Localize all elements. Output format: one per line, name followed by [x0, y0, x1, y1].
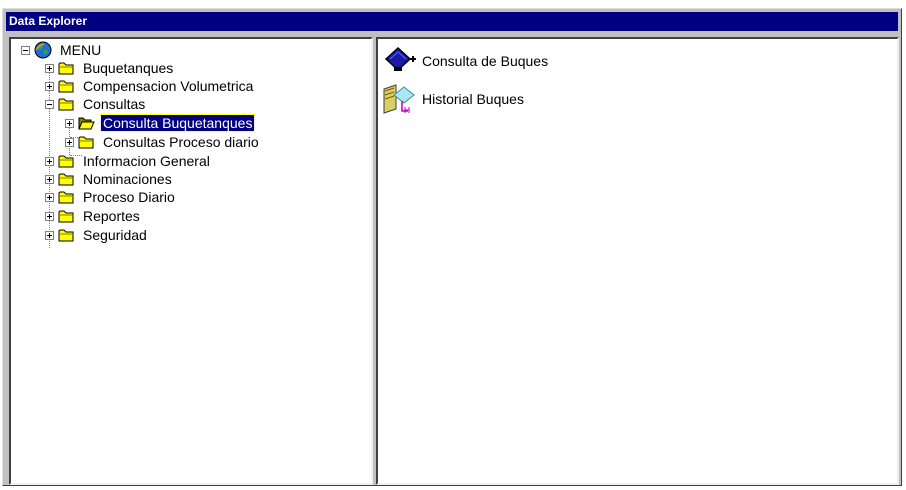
folder-closed-icon — [58, 79, 75, 93]
data-explorer-window: Data Explorer MENU Buquetanques Compensa… — [2, 8, 902, 486]
folder-closed-icon — [58, 190, 75, 204]
diamond-form-icon — [384, 46, 416, 72]
expand-icon[interactable] — [45, 230, 54, 240]
tree-node-consultas[interactable]: Consultas — [45, 95, 147, 113]
expand-icon[interactable] — [45, 156, 54, 166]
tree-label: Nominaciones — [83, 171, 172, 187]
folder-closed-icon — [58, 154, 75, 168]
list-pane[interactable]: Consulta de Buques Historial Buques — [376, 37, 899, 485]
tree-label: Consultas Proceso diario — [103, 134, 259, 150]
expand-icon[interactable] — [65, 118, 74, 128]
window-title: Data Explorer — [6, 12, 898, 31]
list-item-historial-buques[interactable]: Historial Buques — [382, 83, 524, 115]
tree-node-consulta-buquetanques[interactable]: Consulta Buquetanques — [65, 114, 256, 132]
tree-pane[interactable]: MENU Buquetanques Compensacion Volumetri… — [9, 37, 373, 485]
folder-open-icon — [78, 116, 95, 130]
expand-icon[interactable] — [45, 192, 54, 202]
tree-node-reportes[interactable]: Reportes — [45, 207, 142, 225]
expand-icon[interactable] — [65, 137, 74, 147]
tree-node-nominaciones[interactable]: Nominaciones — [45, 170, 174, 188]
globe-icon — [34, 41, 52, 59]
tree-node-proceso-diario[interactable]: Proceso Diario — [45, 188, 177, 206]
folder-closed-icon — [58, 228, 75, 242]
tree-label-selected: Consulta Buquetanques — [99, 114, 256, 132]
expand-icon[interactable] — [45, 81, 54, 91]
tree-label: Buquetanques — [83, 60, 174, 76]
tree-node-buquetanques[interactable]: Buquetanques — [45, 59, 175, 77]
expand-icon[interactable] — [45, 174, 54, 184]
menu-tree: MENU Buquetanques Compensacion Volumetri… — [11, 39, 371, 483]
tree-label: Consultas — [83, 96, 146, 112]
expand-icon[interactable] — [45, 63, 54, 73]
tree-node-compensacion-volumetrica[interactable]: Compensacion Volumetrica — [45, 77, 255, 95]
tree-label: Proceso Diario — [83, 189, 175, 205]
tree-label: Reportes — [83, 208, 140, 224]
expand-icon[interactable] — [45, 211, 54, 221]
history-form-icon — [383, 84, 415, 114]
collapse-icon[interactable] — [45, 99, 54, 109]
tree-label: Informacion General — [83, 153, 210, 169]
tree-node-informacion-general[interactable]: Informacion General — [45, 152, 212, 170]
tree-label: Compensacion Volumetrica — [83, 78, 254, 94]
tree-label-menu: MENU — [60, 42, 102, 58]
list-item-label: Historial Buques — [422, 91, 524, 107]
tree-node-seguridad[interactable]: Seguridad — [45, 226, 149, 244]
tree-label: Seguridad — [83, 227, 147, 243]
folder-closed-icon — [58, 172, 75, 186]
folder-closed-icon — [58, 61, 75, 75]
list-item-consulta-de-buques[interactable]: Consulta de Buques — [382, 45, 548, 77]
folder-closed-icon — [58, 209, 75, 223]
tree-node-consultas-proceso-diario[interactable]: Consultas Proceso diario — [65, 133, 261, 151]
tree-node-menu[interactable]: MENU — [21, 41, 103, 59]
list-item-label: Consulta de Buques — [422, 53, 549, 69]
collapse-icon[interactable] — [21, 45, 30, 55]
folder-closed-icon — [78, 135, 95, 149]
folder-closed-icon — [58, 97, 75, 111]
